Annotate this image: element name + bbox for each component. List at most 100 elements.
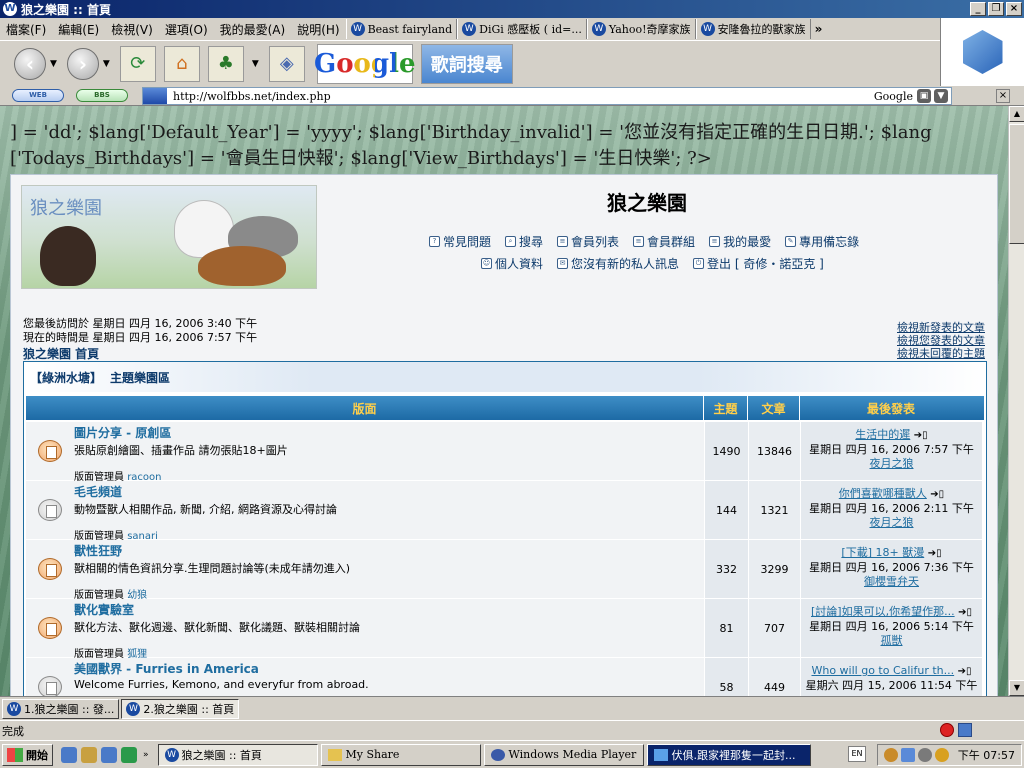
last-post-title-link[interactable]: [討論]如果可以,你希望作那... bbox=[811, 605, 955, 618]
menu-help[interactable]: 說明(H) bbox=[291, 21, 345, 38]
back-dropdown-icon[interactable]: ▼ bbox=[50, 59, 57, 69]
ie-icon[interactable] bbox=[61, 746, 77, 763]
scroll-thumb[interactable] bbox=[1009, 124, 1024, 244]
site-banner[interactable]: 狼之樂園 bbox=[21, 185, 317, 289]
stop-icon[interactable] bbox=[940, 723, 954, 737]
forum-info: 圖片分享 - 原創區 張貼原創繪圖、插畫作品 請勿張貼18+圖片 版面管理員 rac… bbox=[74, 422, 704, 483]
forward-dropdown-icon[interactable]: ▼ bbox=[103, 59, 110, 69]
nav-groups[interactable]: ≡ 會員群組 bbox=[633, 233, 695, 250]
quick-launch-more-icon[interactable]: » bbox=[143, 750, 149, 760]
forum-name-link[interactable]: 美國獸界 - Furries in America bbox=[74, 660, 704, 677]
back-button[interactable]: ‹ bbox=[14, 47, 46, 80]
bookmark-digi[interactable]: W DiGi 感壓板 ( id=... bbox=[457, 19, 587, 39]
nav-favorites[interactable]: ≡ 我的最愛 bbox=[709, 233, 771, 250]
favorites-button[interactable]: ♣ bbox=[207, 45, 244, 82]
tray-volume-icon[interactable] bbox=[917, 748, 932, 762]
task-media-player[interactable]: Windows Media Player bbox=[483, 743, 644, 766]
plugin-button[interactable]: ◈ bbox=[268, 45, 305, 82]
view-new-posts-link[interactable]: 檢視新發表的文章 bbox=[897, 321, 985, 334]
last-post-title-link[interactable]: [下載] 18+ 獸漫 bbox=[841, 546, 924, 559]
go-dropdown-icon[interactable]: ▼ bbox=[934, 89, 948, 103]
forum-name-link[interactable]: 毛毛頻道 bbox=[74, 483, 704, 500]
bookmark-beast-fairyland[interactable]: W Beast fairyland bbox=[345, 19, 458, 39]
forum-name-link[interactable]: 獸性狂野 bbox=[74, 542, 704, 559]
tray-app-icon[interactable] bbox=[883, 748, 898, 762]
web-mode-button[interactable]: WEB bbox=[12, 89, 64, 102]
forward-button[interactable]: › bbox=[66, 47, 99, 80]
breadcrumb[interactable]: 狼之樂園 首頁 bbox=[23, 345, 99, 362]
go-to-post-icon[interactable]: ➔▯ bbox=[958, 607, 972, 618]
nav-search[interactable]: ⌕ 搜尋 bbox=[505, 233, 543, 250]
nav-logout[interactable]: ⏻ 登出 [ 奇修・諾亞克 ] bbox=[693, 255, 824, 272]
lyrics-search-button[interactable]: 歌詞搜尋 bbox=[420, 43, 513, 84]
clock[interactable]: 下午 07:57 bbox=[958, 747, 1015, 763]
last-post-user-link[interactable]: 孤獣 bbox=[801, 634, 982, 648]
menu-edit[interactable]: 編輯(E) bbox=[52, 21, 105, 38]
nav-profile[interactable]: ☺ 個人資料 bbox=[481, 255, 543, 272]
window-title: 狼之樂園 :: 首頁 bbox=[21, 2, 111, 17]
close-button[interactable]: × bbox=[1006, 2, 1022, 16]
task-my-share[interactable]: My Share bbox=[320, 743, 481, 766]
web-page-icon: W bbox=[700, 22, 715, 36]
bbs-mode-button[interactable]: BBS bbox=[76, 89, 128, 102]
menu-view[interactable]: 檢視(V) bbox=[105, 21, 159, 38]
menu-file[interactable]: 檔案(F) bbox=[0, 21, 52, 38]
last-post-title-link[interactable]: 你們喜歡哪種獸人 bbox=[839, 487, 927, 500]
search-engine-label[interactable]: Google bbox=[874, 90, 913, 103]
tray-security-icon[interactable] bbox=[934, 748, 949, 762]
nav-private-messages[interactable]: ✉ 您沒有新的私人訊息 bbox=[557, 255, 679, 272]
google-search-button[interactable]: Google bbox=[314, 43, 416, 84]
last-post-title-link[interactable]: Who will go to Califur th... bbox=[811, 664, 954, 677]
minimize-button[interactable]: _ bbox=[970, 2, 986, 16]
view-your-posts-link[interactable]: 檢視您發表的文章 bbox=[897, 334, 985, 347]
last-visit-text: 您最後訪問於 星期日 四月 16, 2006 3:40 下午 bbox=[23, 317, 258, 330]
view-unanswered-link[interactable]: 檢視未回覆的主題 bbox=[897, 347, 985, 360]
fullscreen-icon[interactable] bbox=[958, 723, 972, 737]
last-post-title-link[interactable]: 生活中的遲 bbox=[855, 428, 910, 441]
nav-memo[interactable]: ✎ 專用備忘錄 bbox=[785, 233, 859, 250]
category-name[interactable]: 主題樂園區 bbox=[110, 369, 170, 386]
vertical-scrollbar[interactable]: ▲ ▼ bbox=[1008, 106, 1024, 696]
restore-button[interactable]: ❐ bbox=[988, 2, 1004, 16]
search-options-icon[interactable]: ▣ bbox=[917, 89, 931, 103]
menu-favorites[interactable]: 我的最愛(A) bbox=[214, 21, 292, 38]
scroll-down-icon[interactable]: ▼ bbox=[1009, 680, 1024, 696]
bookmark-family[interactable]: W 安隆魯拉的獸家族 bbox=[695, 19, 811, 39]
bookmark-yahoo[interactable]: W Yahoo!奇摩家族 bbox=[586, 19, 696, 39]
scroll-up-icon[interactable]: ▲ bbox=[1009, 106, 1024, 122]
url-input[interactable]: http://wolfbbs.net/index.php Google ▣ ▼ bbox=[142, 87, 952, 105]
last-post-line: 你們喜歡哪種獸人 ➔▯ bbox=[801, 487, 982, 502]
last-post-user-link[interactable]: 御櫻雪弁天 bbox=[801, 575, 982, 589]
tab-forum-home[interactable]: W 2.狼之樂園 :: 首頁 bbox=[121, 698, 240, 719]
tab-forum-post[interactable]: W 1.狼之樂園 :: 發... bbox=[2, 698, 120, 719]
browser-icon[interactable] bbox=[101, 746, 117, 763]
nav-row-secondary: ☺ 個人資料 ✉ 您沒有新的私人訊息 ⏻ 登出 [ 奇修・諾亞克 ] bbox=[481, 255, 824, 272]
outlook-icon[interactable] bbox=[81, 746, 97, 763]
last-post-user-link[interactable]: 夜月之狼 bbox=[801, 457, 982, 471]
language-indicator[interactable]: EN bbox=[848, 746, 866, 762]
tray-network-icon[interactable] bbox=[900, 748, 915, 762]
task-browser[interactable]: W 狼之樂園 :: 首頁 bbox=[157, 743, 318, 766]
msn-icon[interactable] bbox=[121, 746, 137, 763]
task-chat[interactable]: 伏俱.跟家裡那隻一起封... bbox=[646, 743, 811, 766]
go-to-post-icon[interactable]: ➔▯ bbox=[930, 489, 944, 500]
web-page-icon: W bbox=[591, 22, 606, 36]
go-to-post-icon[interactable]: ➔▯ bbox=[928, 548, 942, 559]
forum-name-link[interactable]: 圖片分享 - 原創區 bbox=[74, 424, 704, 441]
go-to-post-icon[interactable]: ➔▯ bbox=[958, 666, 972, 677]
go-to-post-icon[interactable]: ➔▯ bbox=[914, 430, 928, 441]
forum-name-link[interactable]: 獸化實驗室 bbox=[74, 601, 704, 618]
address-close-button[interactable]: × bbox=[996, 89, 1010, 103]
nav-faq[interactable]: ? 常見問題 bbox=[429, 233, 491, 250]
start-button[interactable]: 開始 bbox=[2, 743, 53, 766]
bookmarks-more-button[interactable]: » bbox=[811, 22, 827, 36]
refresh-button[interactable]: ⟳ bbox=[119, 45, 156, 82]
menu-options[interactable]: 選項(O) bbox=[159, 21, 214, 38]
nav-memberlist[interactable]: ≡ 會員列表 bbox=[557, 233, 619, 250]
favorites-dropdown-icon[interactable]: ▼ bbox=[252, 59, 259, 69]
posts-count: 707 bbox=[748, 599, 800, 657]
folder-no-new-posts-icon bbox=[38, 676, 62, 696]
home-button[interactable]: ⌂ bbox=[163, 45, 200, 82]
last-post-user-link[interactable]: 夜月之狼 bbox=[801, 516, 982, 530]
category-prefix[interactable]: 【綠洲水塘】 bbox=[30, 369, 102, 386]
